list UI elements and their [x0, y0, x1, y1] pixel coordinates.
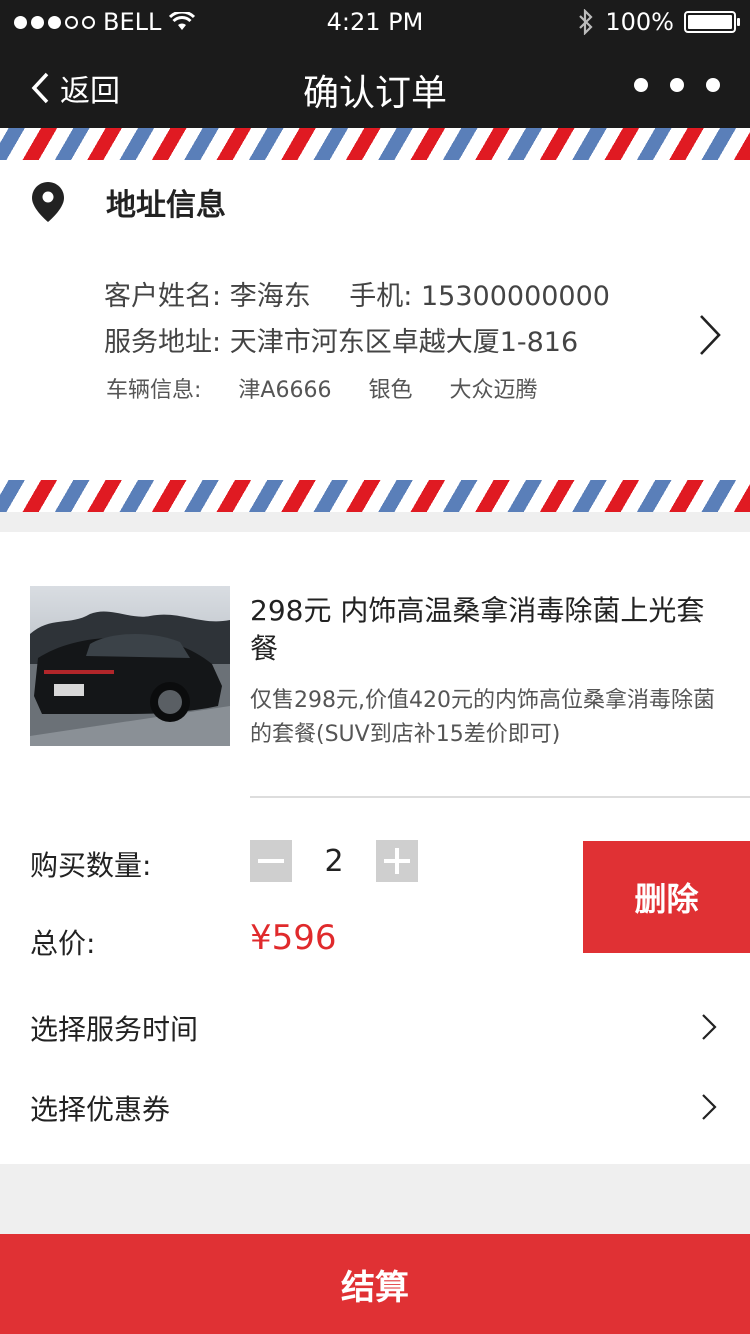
quantity-value: 2	[324, 843, 344, 879]
chevron-right-icon	[702, 1094, 717, 1120]
service-address-line: 服务地址: 天津市河东区卓越大厦1-816	[104, 320, 578, 359]
select-service-time-row[interactable]: 选择服务时间	[0, 990, 750, 1068]
more-dots-icon	[634, 78, 648, 92]
vehicle-color: 银色	[368, 378, 413, 403]
nav-bar: 返回 确认订单	[0, 44, 750, 128]
total-price: ¥596	[250, 918, 337, 958]
quantity-stepper: 2	[250, 840, 418, 882]
customer-name: 李海东	[229, 281, 311, 312]
service-address: 天津市河东区卓越大厦1-816	[229, 327, 579, 358]
coupon-label: 选择优惠券	[30, 1093, 171, 1126]
product-description: 仅售298元,价值420元的内饰高位桑拿消毒除菌的套餐(SUV到店补15差价即可…	[250, 688, 715, 747]
divider	[250, 796, 750, 798]
airmail-stripe-top	[0, 128, 750, 160]
vehicle-plate: 津A6666	[238, 378, 332, 403]
status-bar: BELL 4:21 PM 100%	[0, 0, 750, 44]
customer-name-label: 客户姓名:	[104, 281, 222, 312]
product-name: 298元 内饰高温桑拿消毒除菌上光套餐	[250, 594, 705, 665]
vehicle-label: 车辆信息:	[106, 378, 202, 403]
more-options-button[interactable]	[634, 78, 720, 92]
top-bar: BELL 4:21 PM 100% 返回 确认订单	[0, 0, 750, 128]
back-button[interactable]: 返回	[30, 66, 120, 110]
chevron-right-icon[interactable]	[698, 313, 722, 357]
back-label: 返回	[60, 74, 120, 109]
phone-label: 手机:	[349, 281, 413, 312]
customer-line: 客户姓名: 李海东 手机: 15300000000	[104, 274, 610, 313]
vehicle-model: 大众迈腾	[449, 378, 538, 403]
status-right: 100%	[577, 8, 740, 36]
location-pin-icon	[32, 182, 64, 222]
checkout-button[interactable]: 结算	[0, 1234, 750, 1334]
product-card: 298元 内饰高温桑拿消毒除菌上光套餐 仅售298元,价值420元的内饰高位桑拿…	[0, 532, 750, 1164]
product-image	[30, 586, 230, 746]
battery-icon	[684, 11, 740, 33]
address-heading: 地址信息	[106, 188, 226, 223]
delete-button[interactable]: 删除	[583, 841, 750, 953]
vehicle-line: 车辆信息: 津A6666 银色 大众迈腾	[106, 372, 568, 404]
chevron-right-icon	[702, 1014, 717, 1040]
bluetooth-icon	[579, 9, 593, 35]
address-card[interactable]: 地址信息 客户姓名: 李海东 手机: 15300000000 服务地址: 天津市…	[0, 128, 750, 512]
address-header: 地址信息	[30, 180, 226, 224]
battery-percent: 100%	[605, 8, 674, 36]
total-label: 总价:	[30, 927, 96, 960]
minus-icon	[258, 859, 284, 863]
service-address-label: 服务地址:	[104, 327, 222, 358]
select-coupon-row[interactable]: 选择优惠券	[0, 1070, 750, 1148]
increase-button[interactable]	[376, 840, 418, 882]
quantity-label: 购买数量:	[30, 849, 152, 882]
service-time-label: 选择服务时间	[30, 1013, 199, 1046]
airmail-stripe-bottom	[0, 480, 750, 512]
chevron-left-icon	[31, 72, 49, 104]
decrease-button[interactable]	[250, 840, 292, 882]
phone-number: 15300000000	[421, 281, 610, 312]
